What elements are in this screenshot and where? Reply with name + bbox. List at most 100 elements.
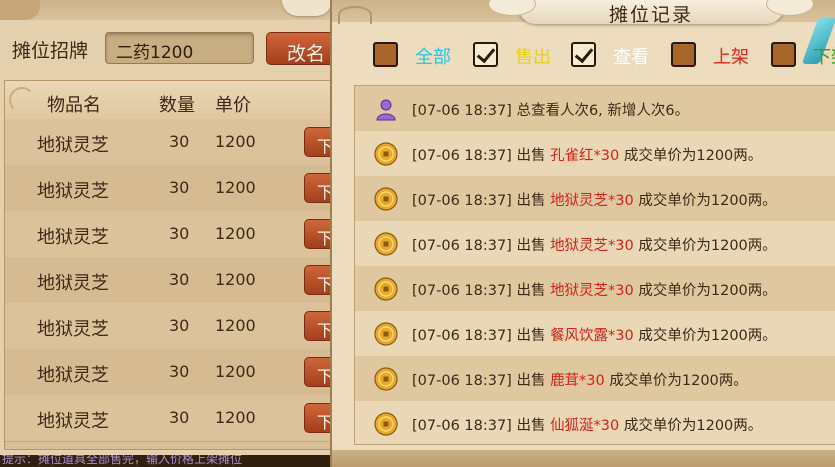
bottom-hint-bar: 提示：摊位道具全部售完，输入价格上架摊位 (0, 455, 336, 467)
goods-name: 地狱灵芝 (37, 319, 109, 340)
checkbox-icon[interactable] (771, 42, 796, 67)
goods-quantity: 30 (169, 362, 190, 381)
log-text: [07-06 18:37] 出售 地狱灵芝*30 成交单价为1200两。 (412, 234, 777, 255)
log-entry: [07-06 18:37] 出售 仙狐涎*30 成交单价为1200两。 (355, 401, 835, 444)
log-item-name: 仙狐涎*30 (550, 418, 620, 434)
coin-icon (374, 142, 398, 166)
goods-price: 1200 (215, 270, 256, 289)
log-entry: [07-06 18:37] 总查看人次6, 新增人次6。 (355, 86, 835, 132)
log-item-name: 孔雀红*30 (550, 148, 620, 164)
header-quantity: 数量 (159, 95, 195, 116)
goods-row[interactable]: 地狱灵芝 30 1200 下架 (5, 303, 337, 350)
goods-table-header: 物品名 数量 单价 (5, 81, 337, 120)
log-entry: [07-06 18:37] 出售 地狱灵芝*30 成交单价为1200两。 (355, 266, 835, 312)
log-entry: [07-06 18:37] 出售 地狱灵芝*30 成交单价为1200两。 (355, 176, 835, 222)
coin-icon (374, 412, 398, 436)
sign-label: 摊位招牌 (12, 40, 89, 62)
stall-record-panel: 摊位记录 全部 售出 查看 上架 下架 [07-06 18:37] (330, 0, 835, 467)
log-suffix: 成交单价为1200两。 (633, 328, 777, 344)
log-prefix: [07-06 18:37] 出售 (412, 283, 551, 299)
goods-price: 1200 (215, 224, 256, 243)
checked-checkbox-icon[interactable] (571, 42, 596, 67)
record-log-list: [07-06 18:37] 总查看人次6, 新增人次6。 [07-06 18:3… (354, 85, 835, 445)
filter-label: 查看 (613, 47, 649, 68)
person-icon (374, 97, 398, 121)
goods-row[interactable]: 地狱灵芝 30 1200 下架 (5, 349, 337, 396)
record-panel-bottom-frame (332, 450, 835, 467)
goods-price: 1200 (215, 408, 256, 427)
log-text: [07-06 18:37] 出售 鹿茸*30 成交单价为1200两。 (412, 369, 748, 390)
log-text: [07-06 18:37] 出售 仙狐涎*30 成交单价为1200两。 (412, 414, 762, 435)
coin-icon (374, 322, 398, 346)
filter-label: 上架 (713, 47, 749, 68)
log-suffix: 成交单价为1200两。 (604, 373, 748, 389)
goods-row[interactable]: 地狱灵芝 30 1200 下架 (5, 395, 337, 442)
log-text: [07-06 18:37] 出售 孔雀红*30 成交单价为1200两。 (412, 144, 762, 165)
log-prefix: [07-06 18:37] 出售 (412, 418, 551, 434)
goods-quantity: 30 (169, 270, 190, 289)
log-suffix: 成交单价为1200两。 (633, 238, 777, 254)
stall-panel: 摊位招牌 二药1200 改名 物品名 数量 单价 地狱灵芝 30 1200 下架… (0, 0, 337, 467)
filter-label: 售出 (515, 47, 551, 68)
swirl-ornament-icon (9, 87, 35, 113)
log-text: [07-06 18:37] 出售 地狱灵芝*30 成交单价为1200两。 (412, 279, 777, 300)
coin-icon (374, 277, 398, 301)
record-title: 摊位记录 (608, 4, 693, 26)
goods-quantity: 30 (169, 316, 190, 335)
bottom-hint-text: 提示：摊位道具全部售完，输入价格上架摊位 (2, 455, 243, 466)
coin-icon (374, 232, 398, 256)
log-item-name: 餐风饮露*30 (550, 328, 634, 344)
log-suffix: 成交单价为1200两。 (619, 418, 763, 434)
goods-name: 地狱灵芝 (37, 411, 109, 432)
log-prefix: [07-06 18:37] 出售 (412, 148, 551, 164)
log-item-name: 鹿茸*30 (550, 373, 605, 389)
goods-quantity: 30 (169, 408, 190, 427)
goods-name: 地狱灵芝 (37, 135, 109, 156)
log-item-name: 地狱灵芝*30 (550, 193, 634, 209)
goods-price: 1200 (215, 132, 256, 151)
checkbox-icon[interactable] (671, 42, 696, 67)
log-entry: [07-06 18:37] 出售 地狱灵芝*30 成交单价为1200两。 (355, 221, 835, 267)
record-title-banner: 摊位记录 (488, 0, 814, 26)
log-item-name: 地狱灵芝*30 (550, 238, 634, 254)
log-prefix: [07-06 18:37] 出售 (412, 193, 551, 209)
log-prefix: [07-06 18:37] 出售 (412, 328, 551, 344)
header-price: 单价 (215, 95, 251, 116)
checkbox-icon[interactable] (373, 42, 398, 67)
log-prefix: [07-06 18:37] 出售 (412, 238, 551, 254)
goods-name: 地狱灵芝 (37, 181, 109, 202)
filter-label: 下架 (813, 47, 835, 68)
header-item-name: 物品名 (47, 95, 101, 116)
log-text: [07-06 18:37] 总查看人次6, 新增人次6。 (412, 99, 689, 120)
goods-name: 地狱灵芝 (37, 227, 109, 248)
goods-price: 1200 (215, 362, 256, 381)
coin-icon (374, 187, 398, 211)
goods-row[interactable]: 地狱灵芝 30 1200 下架 (5, 165, 337, 212)
log-suffix: 成交单价为1200两。 (619, 148, 763, 164)
goods-row[interactable]: 地狱灵芝 30 1200 下架 (5, 211, 337, 258)
log-prefix: [07-06 18:37] 总查看人次6, 新增人次6。 (412, 103, 690, 119)
goods-table: 物品名 数量 单价 地狱灵芝 30 1200 下架 地狱灵芝 30 1200 下… (4, 80, 337, 450)
checked-checkbox-icon[interactable] (473, 42, 498, 67)
record-filter-bar: 全部 售出 查看 上架 下架 (332, 40, 835, 74)
goods-row[interactable]: 地狱灵芝 30 1200 下架 (5, 119, 337, 166)
log-text: [07-06 18:37] 出售 餐风饮露*30 成交单价为1200两。 (412, 324, 777, 345)
log-entry: [07-06 18:37] 出售 餐风饮露*30 成交单价为1200两。 (355, 311, 835, 357)
goods-price: 1200 (215, 178, 256, 197)
log-entry: [07-06 18:37] 出售 孔雀红*30 成交单价为1200两。 (355, 131, 835, 177)
log-item-name: 地狱灵芝*30 (550, 283, 634, 299)
log-text: [07-06 18:37] 出售 地狱灵芝*30 成交单价为1200两。 (412, 189, 777, 210)
goods-row[interactable]: 地狱灵芝 30 1200 下架 (5, 257, 337, 304)
goods-quantity: 30 (169, 224, 190, 243)
log-suffix: 成交单价为1200两。 (633, 283, 777, 299)
goods-name: 地狱灵芝 (37, 365, 109, 386)
log-prefix: [07-06 18:37] 出售 (412, 373, 551, 389)
coin-icon (374, 367, 398, 391)
log-suffix: 成交单价为1200两。 (633, 193, 777, 209)
sign-row: 摊位招牌 二药1200 改名 (0, 28, 336, 72)
sign-input[interactable]: 二药1200 (105, 32, 254, 64)
corner-ornament (0, 0, 40, 20)
rename-button[interactable]: 改名 (266, 32, 336, 65)
filter-label: 全部 (415, 47, 451, 68)
goods-quantity: 30 (169, 178, 190, 197)
